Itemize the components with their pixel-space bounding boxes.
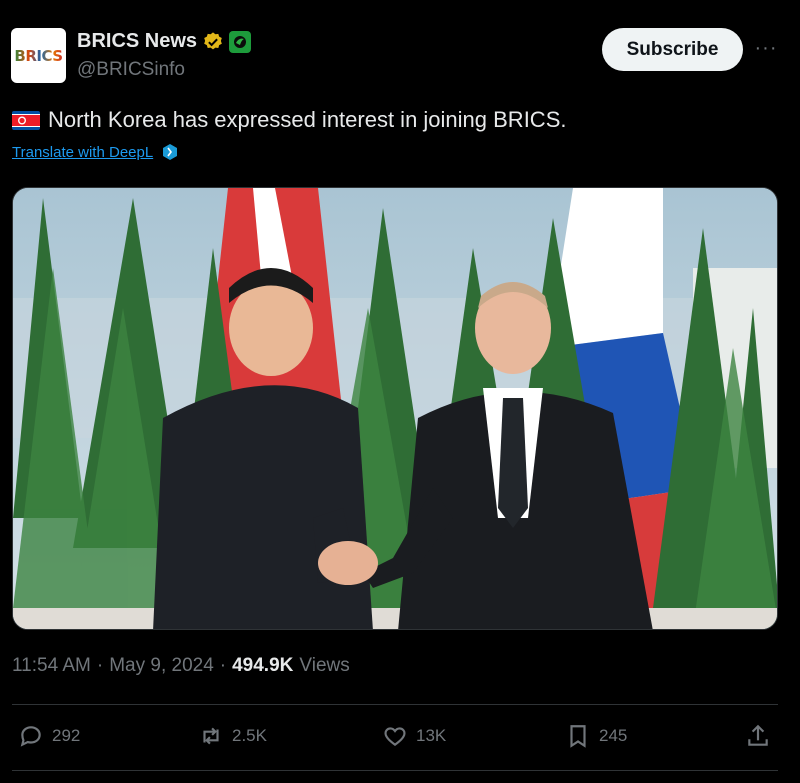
meta-separator: · xyxy=(219,655,227,676)
meta-separator: · xyxy=(96,655,104,676)
subscribe-button[interactable]: Subscribe xyxy=(602,28,743,71)
repost-count: 2.5K xyxy=(232,726,267,745)
tweet-time[interactable]: 11:54 AM xyxy=(12,655,91,677)
avatar[interactable]: BRICS xyxy=(11,28,66,83)
bookmark-button[interactable]: 245 xyxy=(565,720,627,752)
heart-icon xyxy=(384,727,406,746)
divider xyxy=(12,704,778,705)
translate-link[interactable]: Translate with DeepL xyxy=(12,144,153,161)
reply-button[interactable]: 292 xyxy=(18,720,80,752)
share-icon xyxy=(748,724,768,746)
more-options-icon[interactable]: ··· xyxy=(754,36,778,60)
tweet-body: North Korea has expressed interest in jo… xyxy=(48,107,567,132)
avatar-logo-text: BRICS xyxy=(14,46,63,65)
tweet-meta: 11:54 AM · May 9, 2024 · 494.9K Views xyxy=(12,655,350,677)
north-korea-flag-icon xyxy=(12,110,40,130)
repost-icon xyxy=(203,727,219,745)
like-count: 13K xyxy=(416,726,447,745)
tweet-date[interactable]: May 9, 2024 xyxy=(109,655,214,677)
like-button[interactable]: 13K xyxy=(382,720,446,752)
translate-row: Translate with DeepL xyxy=(12,143,179,161)
photo-handshake-illustration xyxy=(13,188,777,629)
affiliate-badge-icon[interactable] xyxy=(229,30,252,53)
tweet-photo[interactable] xyxy=(12,187,778,630)
reply-icon xyxy=(20,726,41,747)
action-bar: 292 2.5K 13K 245 xyxy=(12,720,778,752)
views-label: Views xyxy=(299,655,350,676)
display-name[interactable]: BRICS News xyxy=(77,30,197,53)
bookmark-count: 245 xyxy=(599,726,628,745)
name-row: BRICS News xyxy=(77,30,252,53)
divider xyxy=(12,770,778,771)
views-count: 494.9K xyxy=(232,655,294,676)
reply-count: 292 xyxy=(52,726,81,745)
bookmark-icon xyxy=(570,725,586,748)
tweet-header: BRICS BRICS News @BRICSinfo Subscribe ··… xyxy=(11,28,791,84)
share-button[interactable] xyxy=(745,720,771,752)
repost-button[interactable]: 2.5K xyxy=(198,720,267,752)
tweet-text: North Korea has expressed interest in jo… xyxy=(12,107,566,133)
handle[interactable]: @BRICSinfo xyxy=(77,59,185,81)
deepl-icon[interactable] xyxy=(161,143,179,161)
verified-badge-icon[interactable] xyxy=(202,31,224,53)
